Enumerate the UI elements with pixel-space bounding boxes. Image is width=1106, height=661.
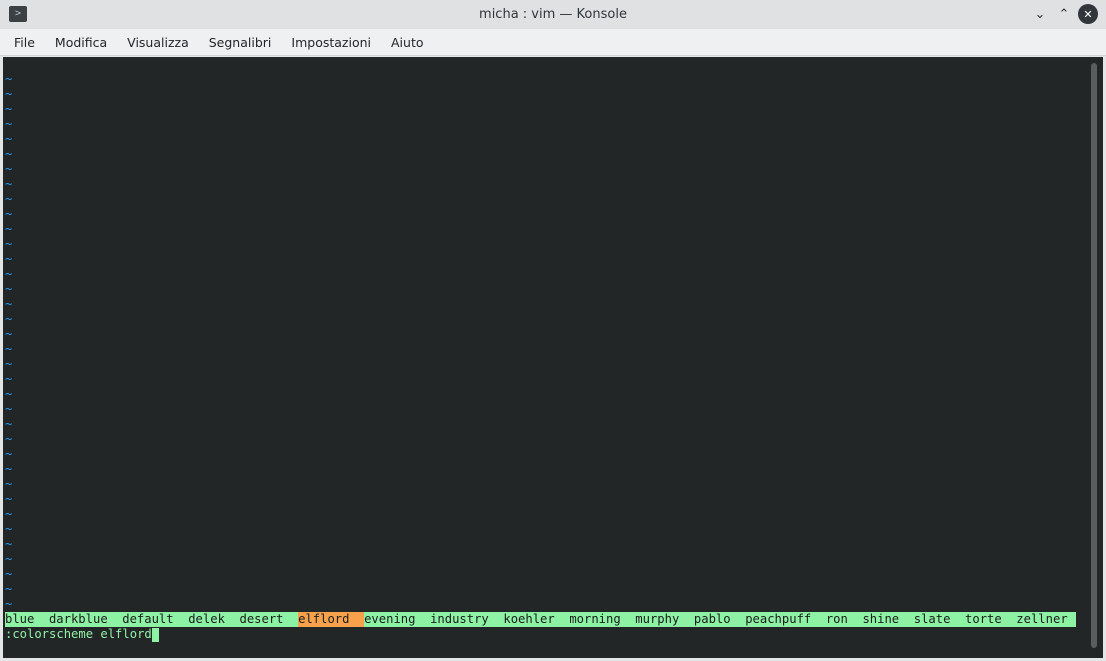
empty-line-tilde: ~ <box>5 522 13 536</box>
wildmenu-item-selected[interactable]: elflord <box>298 612 365 627</box>
terminal-view[interactable]: ~ ~ ~ ~ ~ ~ ~ ~ ~ ~ ~ ~ ~ ~ ~ ~ ~ ~ ~ ~ ~ ~ ~ ~ ~ ~ ~ ~ ~ ~ ~ ~ ~ ~ ~ ~ blu… <box>3 57 1103 658</box>
wildmenu-item[interactable]: slate <box>914 612 965 627</box>
empty-line-tilde: ~ <box>5 342 13 356</box>
wildmenu-item[interactable]: darkblue <box>49 612 122 627</box>
empty-line-tilde: ~ <box>5 417 13 431</box>
wildmenu-item[interactable]: zellner <box>1016 612 1082 627</box>
wildmenu-item[interactable]: peachpuff <box>745 612 826 627</box>
command-text: :colorscheme elflord <box>5 627 152 641</box>
wildmenu-item[interactable]: morning <box>569 612 635 627</box>
menu-file[interactable]: File <box>4 29 45 56</box>
empty-line-tilde: ~ <box>5 552 13 566</box>
wildmenu-completion-bar: blue darkblue default delek desert elflord eve… <box>5 612 1076 627</box>
menu-segnalibri[interactable]: Segnalibri <box>199 29 282 56</box>
empty-line-tilde: ~ <box>5 477 13 491</box>
close-button[interactable]: ✕ <box>1078 4 1098 24</box>
empty-line-tilde: ~ <box>5 267 13 281</box>
menu-visualizza[interactable]: Visualizza <box>117 29 199 56</box>
wildmenu-item[interactable]: delek <box>188 612 239 627</box>
wildmenu-item[interactable]: shine <box>862 612 913 627</box>
empty-line-tilde: ~ <box>5 192 13 206</box>
empty-line-tilde: ~ <box>5 252 13 266</box>
empty-line-tilde: ~ <box>5 507 13 521</box>
text-cursor <box>151 627 159 642</box>
menu-impostazioni[interactable]: Impostazioni <box>281 29 381 56</box>
empty-line-tilde: ~ <box>5 582 13 596</box>
empty-line-tilde: ~ <box>5 147 13 161</box>
empty-line-tilde: ~ <box>5 372 13 386</box>
empty-line-tilde: ~ <box>5 387 13 401</box>
empty-line-tilde: ~ <box>5 432 13 446</box>
menu-bar: File Modifica Visualizza Segnalibri Impo… <box>0 29 1106 56</box>
empty-line-tilde: ~ <box>5 297 13 311</box>
wildmenu-item[interactable]: evening <box>364 612 430 627</box>
wildmenu-item[interactable]: koehler <box>503 612 569 627</box>
empty-line-tilde: ~ <box>5 327 13 341</box>
wildmenu-item[interactable]: ron <box>826 612 863 627</box>
empty-line-tilde: ~ <box>5 462 13 476</box>
command-line[interactable]: :colorscheme elflord <box>5 627 159 642</box>
empty-line-tilde: ~ <box>5 357 13 371</box>
scrollbar[interactable] <box>1091 63 1097 648</box>
window-controls: ⌄ ⌃ ✕ <box>1030 4 1098 24</box>
empty-line-tilde: ~ <box>5 537 13 551</box>
empty-line-tilde: ~ <box>5 207 13 221</box>
empty-line-tilde: ~ <box>5 222 13 236</box>
wildmenu-item[interactable]: pablo <box>694 612 745 627</box>
empty-line-tilde: ~ <box>5 237 13 251</box>
empty-line-tilde: ~ <box>5 162 13 176</box>
empty-line-tilde: ~ <box>5 117 13 131</box>
minimize-button[interactable]: ⌄ <box>1030 4 1050 24</box>
empty-line-tilde: ~ <box>5 132 13 146</box>
empty-line-tilde: ~ <box>5 447 13 461</box>
empty-line-tilde: ~ <box>5 567 13 581</box>
wildmenu-item[interactable]: default <box>122 612 188 627</box>
menu-modifica[interactable]: Modifica <box>45 29 117 56</box>
wildmenu-item[interactable]: desert <box>240 612 299 627</box>
wildmenu-item[interactable]: blue <box>5 612 49 627</box>
maximize-button[interactable]: ⌃ <box>1054 4 1074 24</box>
menu-aiuto[interactable]: Aiuto <box>381 29 434 56</box>
empty-line-tilde: ~ <box>5 402 13 416</box>
empty-line-tilde: ~ <box>5 177 13 191</box>
wildmenu-item[interactable]: torte <box>965 612 1016 627</box>
title-bar: > micha : vim — Konsole ⌄ ⌃ ✕ <box>0 0 1106 29</box>
wildmenu-item[interactable]: murphy <box>635 612 694 627</box>
empty-line-tilde: ~ <box>5 492 13 506</box>
empty-line-tilde: ~ <box>5 597 13 611</box>
empty-line-tilde: ~ <box>5 102 13 116</box>
empty-line-tilde: ~ <box>5 282 13 296</box>
terminal-app-icon[interactable]: > <box>9 6 27 22</box>
window-title: micha : vim — Konsole <box>479 7 627 22</box>
wildmenu-item[interactable]: industry <box>430 612 503 627</box>
empty-line-markers: ~ ~ ~ ~ ~ ~ ~ ~ ~ ~ ~ ~ ~ ~ ~ ~ ~ ~ ~ ~ ~ ~ ~ ~ ~ ~ ~ ~ ~ ~ ~ ~ ~ ~ ~ ~ <box>5 72 12 612</box>
empty-line-tilde: ~ <box>5 312 13 326</box>
empty-line-tilde: ~ <box>5 87 13 101</box>
empty-line-tilde: ~ <box>5 72 13 86</box>
